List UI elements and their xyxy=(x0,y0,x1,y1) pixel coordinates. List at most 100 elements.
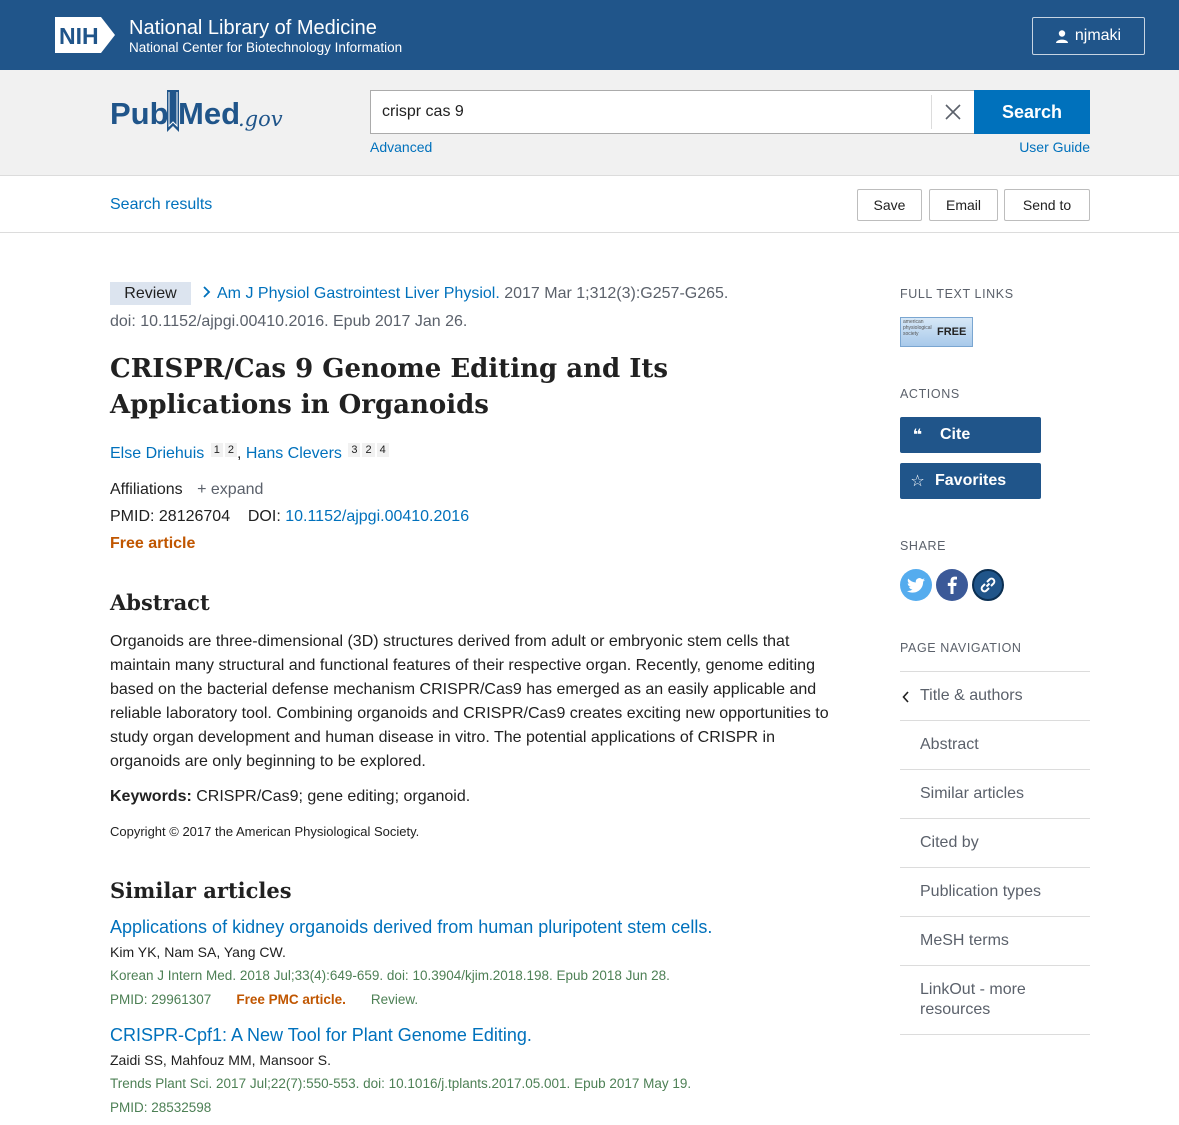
nav-item-label: Cited by xyxy=(920,834,979,851)
author-link[interactable]: Else Driehuis xyxy=(110,445,204,462)
copyright-notice: Copyright © 2017 the American Physiologi… xyxy=(110,824,420,839)
nav-item-abstract[interactable]: Abstract xyxy=(900,721,1090,770)
chevron-right-icon xyxy=(203,286,211,298)
nav-item-linkout[interactable]: LinkOut - more resources xyxy=(900,966,1090,1035)
search-results-link[interactable]: Search results xyxy=(110,196,212,214)
keywords-value: CRISPR/Cas9; gene editing; organoid. xyxy=(196,788,471,805)
similar-articles-heading: Similar articles xyxy=(110,878,292,903)
citation-details: 2017 Mar 1;312(3):G257-G265. xyxy=(504,285,729,302)
free-pmc-label: Free PMC article. xyxy=(236,992,346,1007)
nav-item-label: MeSH terms xyxy=(920,932,1009,949)
search-button[interactable]: Search xyxy=(974,90,1090,134)
author-list: Else Driehuis 12, Hans Clevers 324 xyxy=(110,443,389,463)
affiliations-row: Affiliations + expand xyxy=(110,481,263,499)
nav-item-title-authors[interactable]: Title & authors xyxy=(900,672,1090,721)
facebook-icon[interactable] xyxy=(936,569,968,601)
similar-article-meta: PMID: 28532598 xyxy=(110,1100,211,1115)
publisher-logo: american physiological society xyxy=(903,319,932,337)
close-icon xyxy=(945,104,961,120)
nih-badge-text: NIH xyxy=(59,23,99,49)
affiliation-ref[interactable]: 1 xyxy=(210,443,223,457)
similar-article-pmid: PMID: 29961307 xyxy=(110,992,212,1007)
similar-article-citation: Korean J Intern Med. 2018 Jul;33(4):649-… xyxy=(110,968,670,983)
keywords-row: Keywords: CRISPR/Cas9; gene editing; org… xyxy=(110,788,470,806)
similar-article-meta: PMID: 29961307 Free PMC article. Review. xyxy=(110,992,418,1007)
user-name: njmaki xyxy=(1074,27,1122,44)
chevron-left-icon xyxy=(902,691,909,703)
expand-affiliations-button[interactable]: + expand xyxy=(197,481,263,498)
quote-icon: ❝ xyxy=(912,427,923,444)
org-title[interactable]: National Library of Medicine xyxy=(129,17,377,39)
nav-item-label: Publication types xyxy=(920,883,1041,900)
pmid-value: 28126704 xyxy=(158,508,231,525)
article-title: CRISPR/Cas 9 Genome Editing and Its Appl… xyxy=(110,354,669,420)
actions-label: Actions xyxy=(900,387,960,401)
plus-icon: + xyxy=(197,481,207,498)
send-to-button[interactable]: Send to xyxy=(1004,189,1090,221)
logo-gov: .gov xyxy=(238,107,283,131)
copy-link-icon[interactable] xyxy=(972,569,1004,601)
star-icon: ☆ xyxy=(910,473,925,490)
twitter-icon[interactable] xyxy=(900,569,932,601)
page-navigation-label: Page navigation xyxy=(900,641,1022,655)
full-text-free-link[interactable]: american physiological society FREE xyxy=(900,317,973,347)
nav-item-publication-types[interactable]: Publication types xyxy=(900,868,1090,917)
favorites-button[interactable]: ☆ Favorites xyxy=(900,463,1041,499)
cite-button[interactable]: ❝ Cite xyxy=(900,417,1041,453)
cite-label: Cite xyxy=(940,426,971,443)
affiliation-ref[interactable]: 2 xyxy=(224,443,237,457)
abstract-heading: Abstract xyxy=(110,590,210,615)
org-subtitle[interactable]: National Center for Biotechnology Inform… xyxy=(129,40,402,56)
journal-link[interactable]: Am J Physiol Gastrointest Liver Physiol. xyxy=(217,285,500,302)
affiliation-ref[interactable]: 2 xyxy=(362,443,375,457)
nav-item-label: Similar articles xyxy=(920,785,1025,802)
nav-item-label: LinkOut - more resources xyxy=(920,981,1026,1018)
search-box xyxy=(370,90,974,134)
affiliation-ref[interactable]: 4 xyxy=(376,443,389,457)
free-article-label: Free article xyxy=(110,535,196,552)
nav-item-label: Abstract xyxy=(920,736,979,753)
page-navigation: Title & authors Abstract Similar article… xyxy=(900,671,1090,1035)
user-icon xyxy=(1055,29,1068,43)
keywords-label: Keywords: xyxy=(110,788,192,805)
identifiers-row: PMID: 28126704 DOI: 10.1152/ajpgi.00410.… xyxy=(110,508,469,526)
search-band: Pub Med .gov Search Advanced User Guide xyxy=(0,70,1179,176)
save-button[interactable]: Save xyxy=(857,189,922,221)
advanced-search-link[interactable]: Advanced xyxy=(370,139,432,155)
nav-item-similar-articles[interactable]: Similar articles xyxy=(900,770,1090,819)
email-button[interactable]: Email xyxy=(929,189,998,221)
similar-article-pmid: PMID: 28532598 xyxy=(110,1100,212,1115)
review-label: Review. xyxy=(370,992,419,1007)
similar-article-authors: Kim YK, Nam SA, Yang CW. xyxy=(110,944,286,960)
nih-logo-icon[interactable]: NIH xyxy=(55,17,115,53)
similar-article-citation: Trends Plant Sci. 2017 Jul;22(7):550-553… xyxy=(110,1076,692,1091)
pubmed-logo[interactable]: Pub Med .gov xyxy=(110,86,295,138)
logo-med: Med xyxy=(178,96,240,131)
similar-article-title[interactable]: CRISPR-Cpf1: A New Tool for Plant Genome… xyxy=(110,1025,532,1046)
journal-citation: Am J Physiol Gastrointest Liver Physiol.… xyxy=(202,284,728,303)
similar-article-title[interactable]: Applications of kidney organoids derived… xyxy=(110,917,712,938)
doi-label: DOI: xyxy=(247,508,281,525)
results-toolbar: Search results Save Email Send to xyxy=(0,176,1179,233)
nih-banner: NIH National Library of Medicine Nationa… xyxy=(0,0,1179,70)
publication-type-badge: Review xyxy=(110,282,191,305)
free-badge-text: FREE xyxy=(937,326,967,338)
logo-pub: Pub xyxy=(110,96,169,131)
author-link[interactable]: Hans Clevers xyxy=(246,445,342,462)
abstract-text: Organoids are three-dimensional (3D) str… xyxy=(110,633,829,770)
share-label: Share xyxy=(900,539,947,553)
doi-link[interactable]: 10.1152/ajpgi.00410.2016 xyxy=(285,508,469,525)
doi-epub-line: doi: 10.1152/ajpgi.00410.2016. Epub 2017… xyxy=(110,313,468,330)
user-guide-link[interactable]: User Guide xyxy=(1019,139,1090,155)
clear-search-button[interactable] xyxy=(931,95,974,129)
full-text-links-label: Full text links xyxy=(900,287,1014,301)
nav-item-label: Title & authors xyxy=(920,687,1023,704)
search-input[interactable] xyxy=(371,91,931,133)
affiliation-ref[interactable]: 3 xyxy=(348,443,361,457)
affiliations-label: Affiliations xyxy=(110,481,183,498)
nav-item-mesh-terms[interactable]: MeSH terms xyxy=(900,917,1090,966)
favorites-label: Favorites xyxy=(935,472,1007,489)
nav-item-cited-by[interactable]: Cited by xyxy=(900,819,1090,868)
user-account-button[interactable]: njmaki xyxy=(1032,17,1145,55)
expand-label: expand xyxy=(210,481,264,498)
